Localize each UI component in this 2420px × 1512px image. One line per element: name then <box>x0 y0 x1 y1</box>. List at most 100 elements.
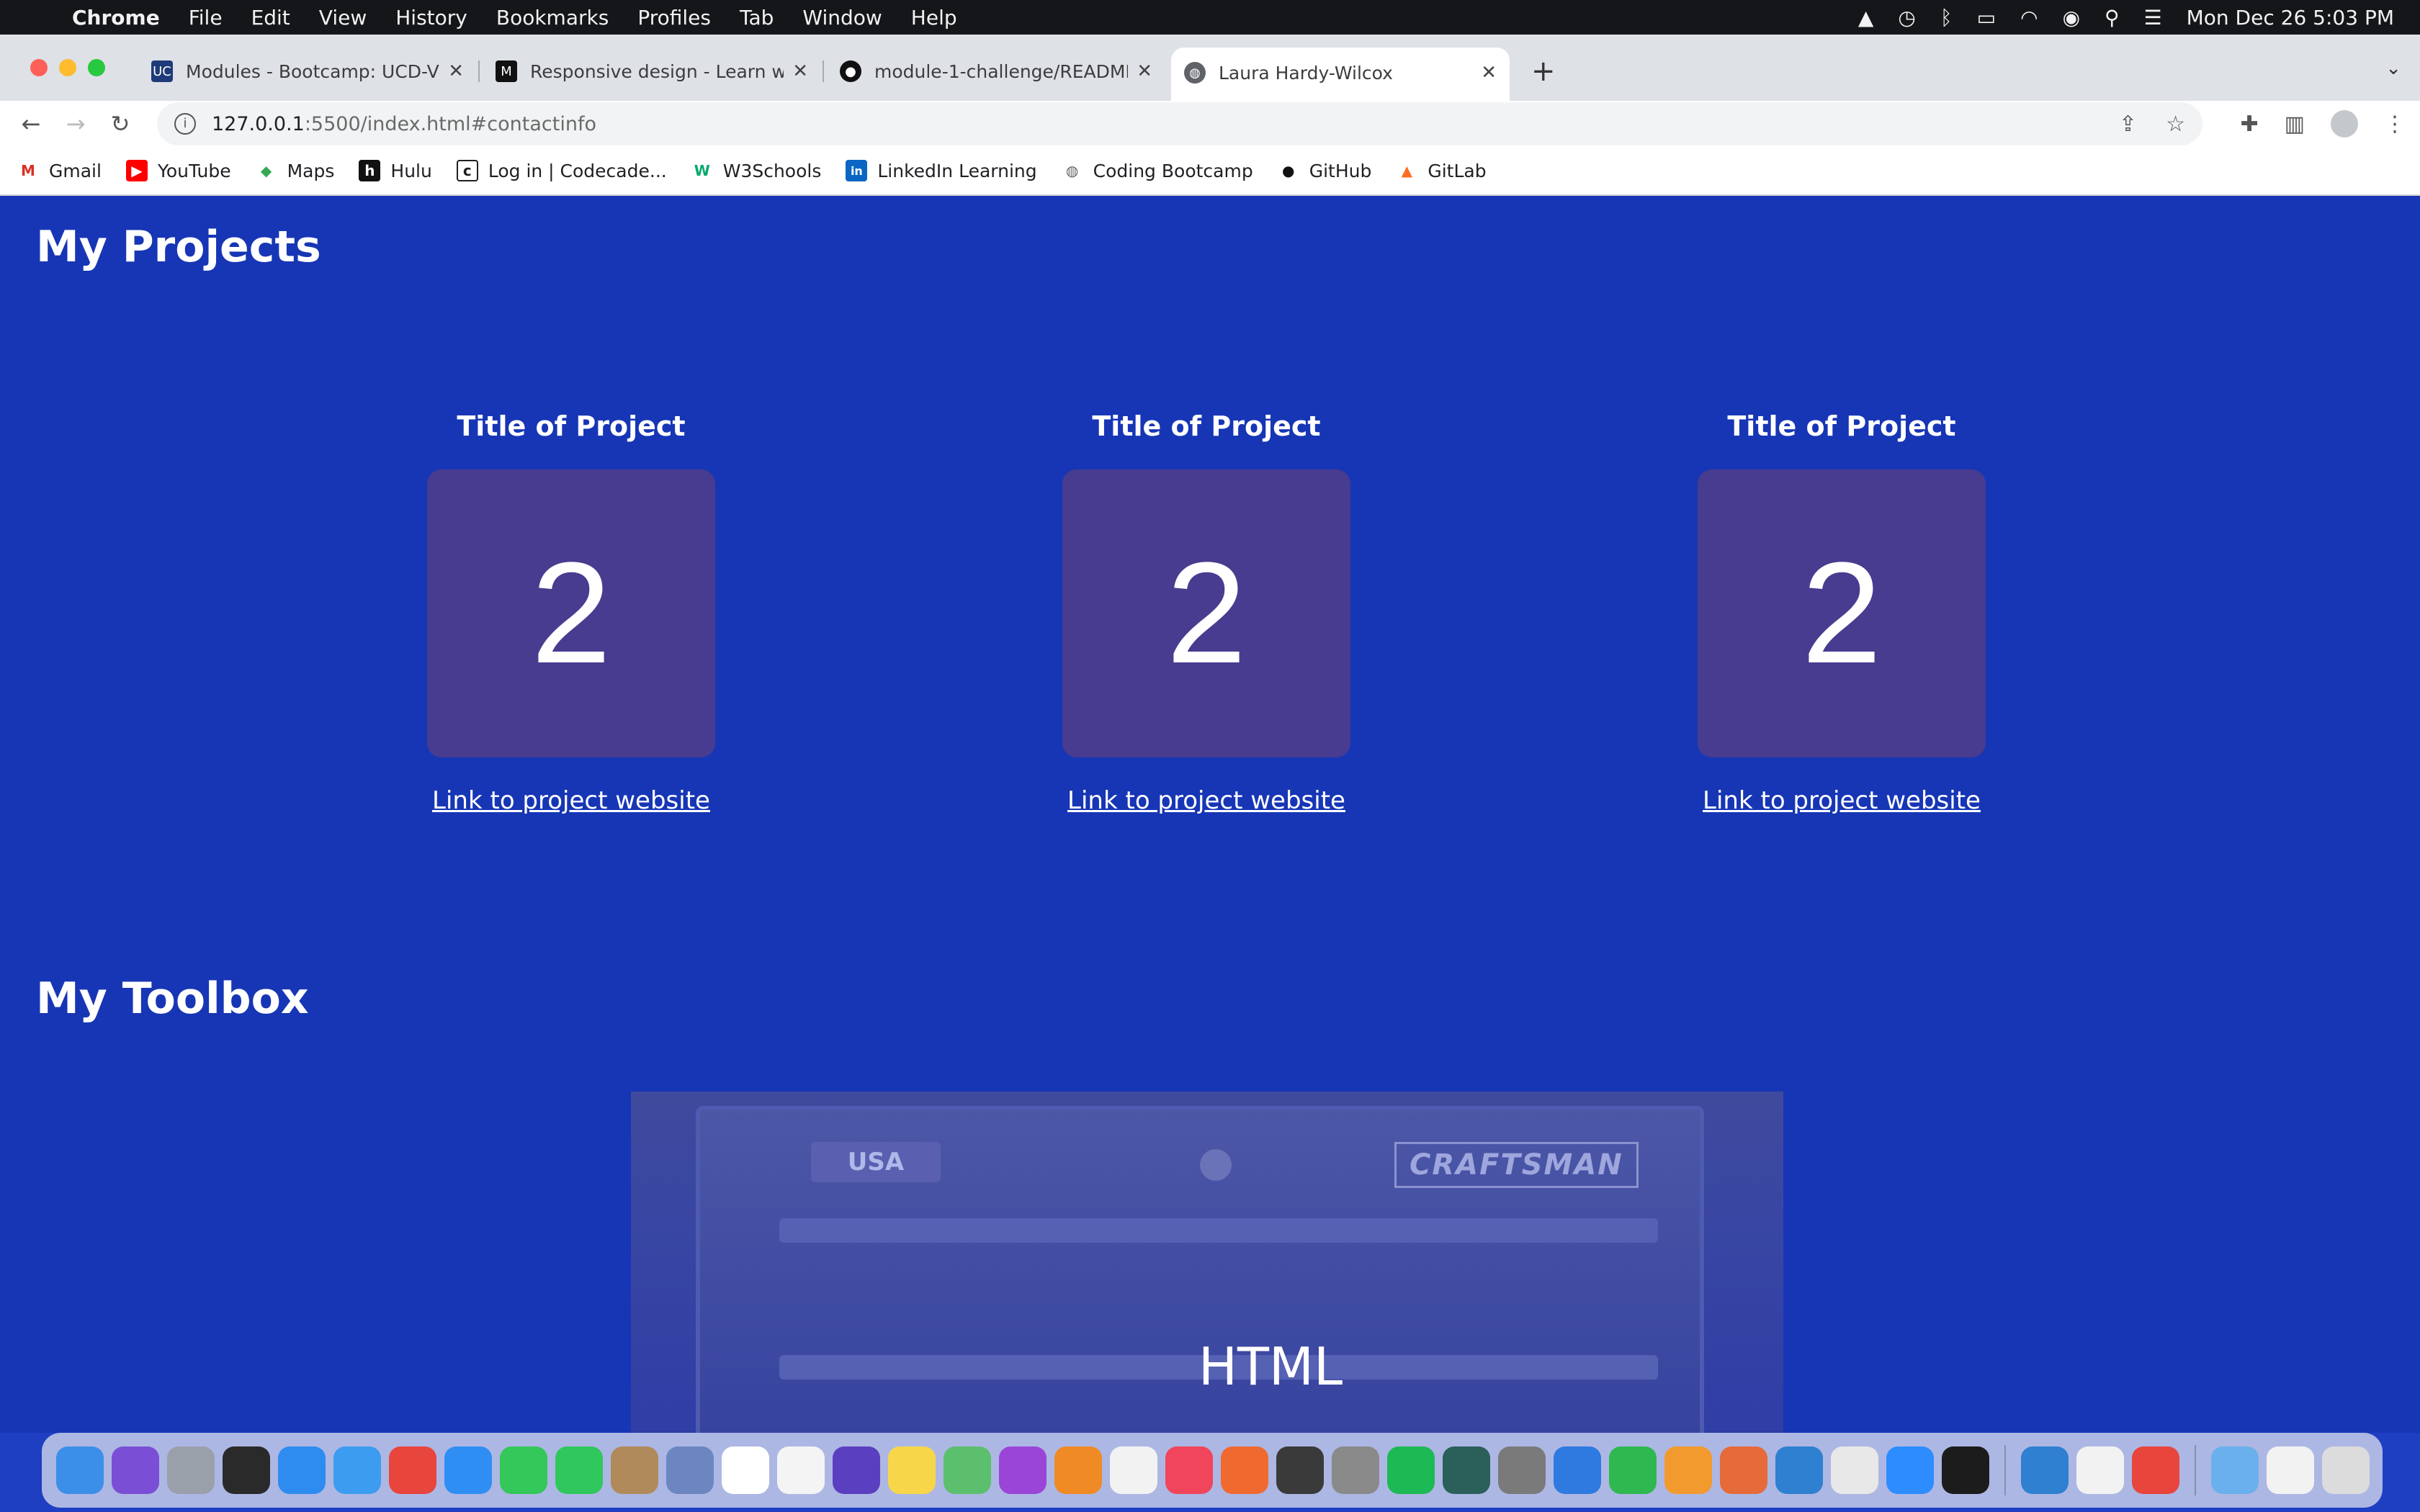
maps-icon[interactable] <box>944 1446 991 1494</box>
calendar-icon[interactable] <box>722 1446 769 1494</box>
menu-help[interactable]: Help <box>911 6 957 30</box>
time-machine-icon[interactable] <box>1443 1446 1490 1494</box>
vscode-icon[interactable] <box>1775 1446 1823 1494</box>
tab-search-chevron-icon[interactable]: ⌄ <box>2385 58 2401 79</box>
music-icon[interactable] <box>1165 1446 1213 1494</box>
spotlight-icon[interactable]: ⚲ <box>2105 6 2120 30</box>
bookmark-gitlab[interactable]: ▲ GitLab <box>1396 160 1487 181</box>
vscode-recent-icon[interactable] <box>2021 1446 2069 1494</box>
facetime-icon[interactable] <box>555 1446 603 1494</box>
close-icon[interactable]: ✕ <box>1137 60 1152 82</box>
disk-utility-icon[interactable] <box>1498 1446 1546 1494</box>
menu-bookmarks[interactable]: Bookmarks <box>496 6 609 30</box>
app-store-icon[interactable] <box>278 1446 326 1494</box>
reminders-icon[interactable] <box>777 1446 825 1494</box>
wifi-icon[interactable]: ◠ <box>2020 6 2038 30</box>
siri-icon[interactable] <box>112 1446 159 1494</box>
mission-control-icon[interactable] <box>223 1446 270 1494</box>
podcast-capture-icon[interactable] <box>1221 1446 1268 1494</box>
side-panel-icon[interactable]: ▥ <box>2285 112 2305 137</box>
window-minimize-button[interactable] <box>59 59 76 76</box>
preview-icon[interactable] <box>666 1446 714 1494</box>
spotify-icon[interactable] <box>1387 1446 1435 1494</box>
menu-app-name[interactable]: Chrome <box>72 6 160 30</box>
system-preferences-icon[interactable] <box>1332 1446 1379 1494</box>
sublime-icon[interactable] <box>1720 1446 1767 1494</box>
close-icon[interactable]: ✕ <box>1481 62 1497 84</box>
terminal-icon[interactable] <box>1942 1446 1989 1494</box>
launchpad-icon[interactable] <box>167 1446 215 1494</box>
slack-icon[interactable] <box>1831 1446 1878 1494</box>
reload-button[interactable]: ↻ <box>98 110 143 138</box>
keynote-icon[interactable] <box>1554 1446 1601 1494</box>
notes-icon[interactable] <box>888 1446 936 1494</box>
bookmark-coding-bootcamp[interactable]: ◍ Coding Bootcamp <box>1062 160 1253 181</box>
toolbox-image[interactable]: USA CRAFTSMAN HTML <box>631 1092 1783 1433</box>
bookmark-label: Coding Bootcamp <box>1093 160 1253 181</box>
pages-icon[interactable] <box>1664 1446 1712 1494</box>
bookmark-maps[interactable]: ◆ Maps <box>256 160 335 181</box>
tab-modules[interactable]: UC Modules - Bootcamp: UCD-VIR ✕ <box>138 50 477 92</box>
document-stack-icon[interactable] <box>2267 1446 2314 1494</box>
forward-button[interactable]: → <box>53 110 98 138</box>
zoom-icon[interactable] <box>1886 1446 1934 1494</box>
safari-icon[interactable] <box>444 1446 492 1494</box>
menu-edit[interactable]: Edit <box>251 6 290 30</box>
back-button[interactable]: ← <box>9 110 53 138</box>
close-icon[interactable]: ✕ <box>792 60 808 82</box>
bookmark-gmail[interactable]: M Gmail <box>17 160 102 181</box>
time-machine-status-icon[interactable]: ◷ <box>1898 6 1915 30</box>
numbers-icon[interactable] <box>1609 1446 1657 1494</box>
bookmark-hulu[interactable]: h Hulu <box>359 160 432 181</box>
imovie-icon[interactable] <box>833 1446 880 1494</box>
menubar-clock[interactable]: Mon Dec 26 5:03 PM <box>2187 6 2394 30</box>
trash-icon[interactable] <box>2322 1446 2370 1494</box>
podcasts-icon[interactable] <box>999 1446 1047 1494</box>
messages-icon[interactable] <box>500 1446 547 1494</box>
menu-view[interactable]: View <box>319 6 367 30</box>
user-icon[interactable]: ◉ <box>2063 6 2080 30</box>
bluetooth-icon[interactable]: ᛒ <box>1940 6 1953 30</box>
battery-icon[interactable]: ▭ <box>1977 6 1996 30</box>
bookmark-label: Gmail <box>49 160 102 181</box>
more-menu-icon[interactable]: ⋮ <box>2384 112 2406 137</box>
garageband-icon[interactable] <box>1276 1446 1324 1494</box>
menu-history[interactable]: History <box>395 6 467 30</box>
bookmark-linkedin-learning[interactable]: in LinkedIn Learning <box>846 160 1037 181</box>
site-info-icon[interactable]: i <box>174 113 196 135</box>
project-link[interactable]: Link to project website <box>1067 786 1345 815</box>
address-bar[interactable]: i 127.0.0.1:5500/index.html#contactinfo … <box>157 102 2202 145</box>
books-icon[interactable] <box>1054 1446 1102 1494</box>
share-icon[interactable]: ⇪ <box>2119 112 2137 137</box>
menu-tab[interactable]: Tab <box>740 6 774 30</box>
bookmark-w3schools[interactable]: W W3Schools <box>691 160 822 181</box>
textedit-icon[interactable] <box>2076 1446 2124 1494</box>
close-icon[interactable]: ✕ <box>448 60 464 82</box>
finder-icon[interactable] <box>56 1446 104 1494</box>
drive-icon[interactable]: ▲ <box>1858 6 1874 30</box>
contacts-icon[interactable] <box>611 1446 658 1494</box>
mail-icon[interactable] <box>333 1446 381 1494</box>
menu-profiles[interactable]: Profiles <box>637 6 711 30</box>
bookmark-star-icon[interactable]: ☆ <box>2166 112 2185 137</box>
project-card: Title of Project 2 Link to project websi… <box>391 410 751 815</box>
profile-avatar[interactable] <box>2331 110 2358 138</box>
downloads-folder-icon[interactable] <box>2211 1446 2259 1494</box>
tab-responsive-design[interactable]: M Responsive design - Learn web ✕ <box>483 50 821 92</box>
bookmark-codecademy[interactable]: c Log in | Codecade... <box>456 160 667 181</box>
bookmark-youtube[interactable]: ▶ YouTube <box>125 160 231 181</box>
extensions-icon[interactable]: ✚ <box>2241 112 2259 137</box>
chrome-icon[interactable] <box>389 1446 436 1494</box>
window-close-button[interactable] <box>30 59 48 76</box>
control-center-icon[interactable]: ☰ <box>2144 6 2162 30</box>
project-link[interactable]: Link to project website <box>1703 786 1981 815</box>
project-link[interactable]: Link to project website <box>432 786 710 815</box>
menu-file[interactable]: File <box>189 6 223 30</box>
menu-window[interactable]: Window <box>802 6 882 30</box>
window-zoom-button[interactable] <box>88 59 105 76</box>
photos-icon[interactable] <box>1110 1446 1157 1494</box>
tab-readme[interactable]: ● module-1-challenge/README.md ✕ <box>827 50 1165 92</box>
bookmark-github[interactable]: ● GitHub <box>1278 160 1371 181</box>
new-tab-button[interactable]: + <box>1531 55 1556 88</box>
chrome-recent-icon[interactable] <box>2132 1446 2179 1494</box>
